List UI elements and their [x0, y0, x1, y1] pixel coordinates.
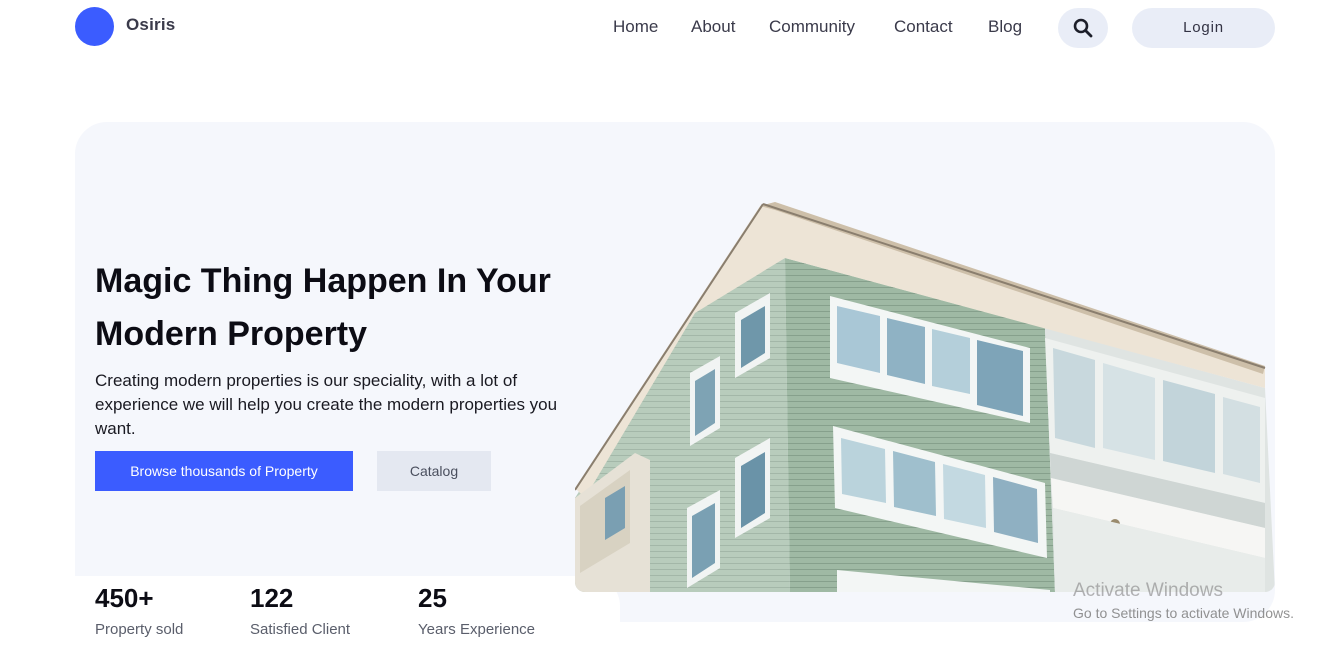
catalog-button[interactable]: Catalog — [377, 451, 491, 491]
brand-name[interactable]: Osiris — [126, 15, 175, 35]
nav-link-about[interactable]: About — [691, 17, 735, 37]
stat-label-years-experience: Years Experience — [418, 621, 536, 638]
search-icon — [1073, 18, 1093, 38]
stat-value-properties-sold: 450+ — [95, 583, 154, 613]
nav-link-blog[interactable]: Blog — [988, 17, 1022, 37]
stat-label-satisfied-clients: Satisfied Client — [250, 621, 351, 638]
logo-icon[interactable] — [75, 7, 114, 46]
nav-link-contact[interactable]: Contact — [894, 17, 953, 37]
hero-description: Creating modern properties is our specia… — [95, 371, 558, 438]
building-image — [575, 198, 1275, 592]
login-button[interactable]: Login — [1132, 8, 1275, 48]
search-button[interactable] — [1058, 8, 1108, 48]
stat-value-years-experience: 25 — [418, 583, 447, 613]
hero-title: Magic Thing Happen In Your Modern Proper… — [95, 262, 551, 353]
nav-link-community[interactable]: Community — [769, 17, 855, 37]
activation-watermark-title: Activate Windows — [1073, 580, 1223, 601]
stat-value-satisfied-clients: 122 — [250, 583, 294, 613]
stat-label-properties-sold: Property sold — [95, 621, 184, 638]
stats-panel — [75, 576, 620, 656]
nav-link-home[interactable]: Home — [613, 17, 658, 37]
activation-watermark-subtitle: Go to Settings to activate Windows. — [1073, 605, 1294, 621]
browse-properties-button[interactable]: Browse thousands of Property — [95, 451, 353, 491]
